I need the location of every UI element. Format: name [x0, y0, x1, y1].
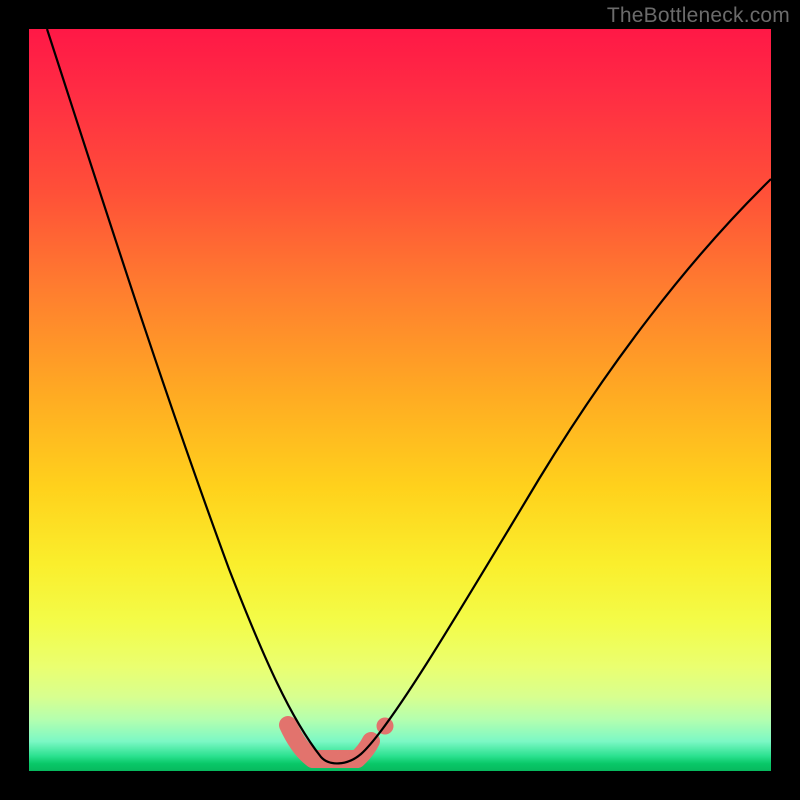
- plot-area: [29, 29, 771, 771]
- curve-layer: [29, 29, 771, 771]
- bottleneck-curve: [47, 29, 771, 763]
- chart-frame: TheBottleneck.com: [0, 0, 800, 800]
- watermark-text: TheBottleneck.com: [607, 4, 790, 28]
